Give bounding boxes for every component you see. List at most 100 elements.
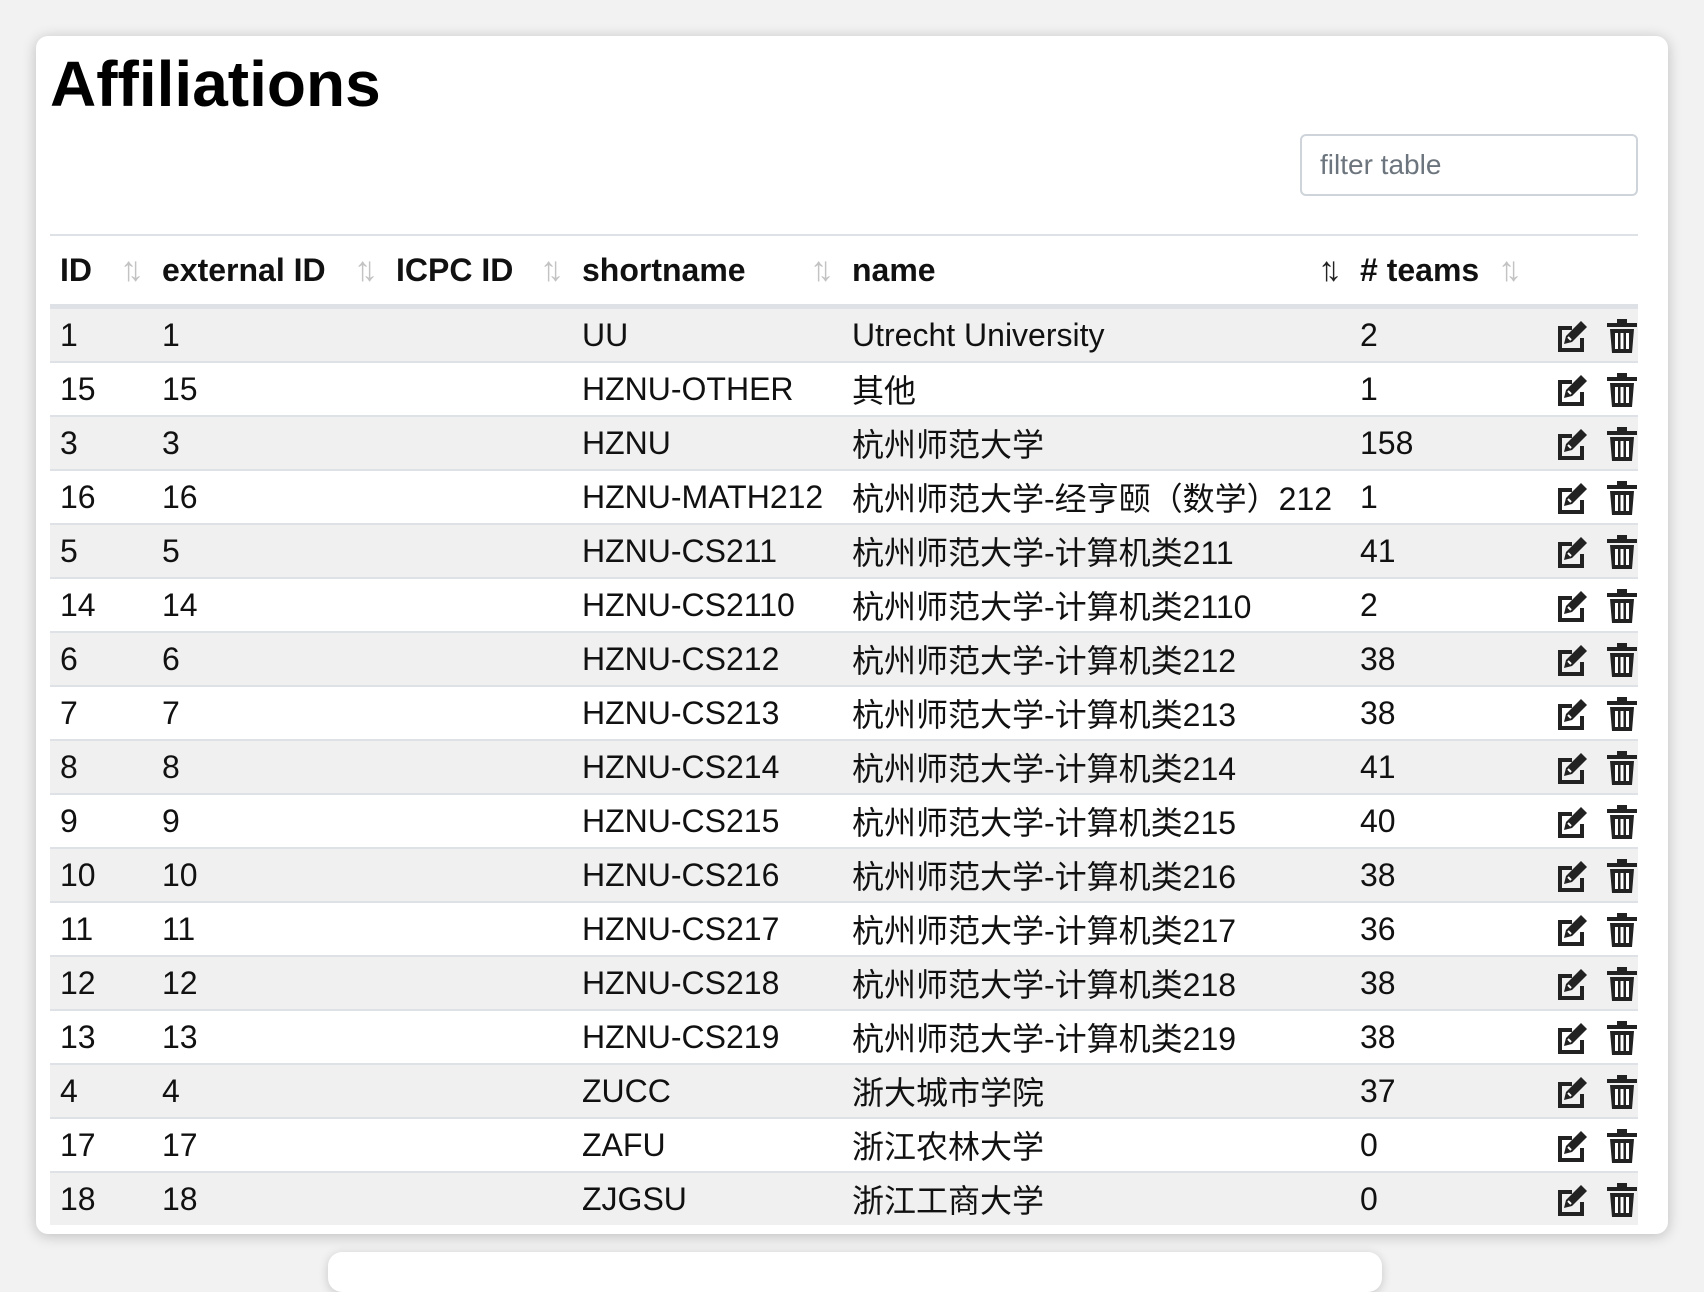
trash-icon[interactable] bbox=[1604, 1020, 1640, 1056]
table-row[interactable]: 3 3 HZNU 杭州师范大学 158 bbox=[50, 415, 1640, 470]
sort-arrows-icon[interactable]: ↑↓ bbox=[1318, 251, 1342, 290]
row-actions bbox=[1530, 1009, 1640, 1064]
cell-shortname: ZAFU bbox=[572, 1117, 842, 1172]
cell-icpc-id bbox=[386, 469, 572, 524]
edit-icon[interactable] bbox=[1554, 858, 1590, 894]
cell-shortname: HZNU-CS218 bbox=[572, 955, 842, 1010]
table-row[interactable]: 18 18 ZJGSU 浙江工商大学 0 bbox=[50, 1171, 1640, 1225]
table-row[interactable]: 11 11 HZNU-CS217 杭州师范大学-计算机类217 36 bbox=[50, 901, 1640, 956]
page-title: Affiliations bbox=[50, 48, 381, 120]
edit-icon[interactable] bbox=[1554, 426, 1590, 462]
trash-icon[interactable] bbox=[1604, 696, 1640, 732]
sort-arrows-icon[interactable]: ↑↓ bbox=[1498, 251, 1522, 290]
table-row[interactable]: 7 7 HZNU-CS213 杭州师范大学-计算机类213 38 bbox=[50, 685, 1640, 740]
cell-teams: 38 bbox=[1350, 685, 1530, 740]
row-actions bbox=[1530, 415, 1640, 470]
trash-icon[interactable] bbox=[1604, 534, 1640, 570]
cell-shortname: HZNU-CS213 bbox=[572, 685, 842, 740]
column-header-external-id[interactable]: external ID ↑↓ bbox=[152, 234, 386, 309]
sort-arrows-icon[interactable]: ↑↓ bbox=[810, 251, 834, 290]
column-header-name[interactable]: name ↑↓ bbox=[842, 234, 1350, 309]
trash-icon[interactable] bbox=[1604, 966, 1640, 1002]
trash-icon[interactable] bbox=[1604, 750, 1640, 786]
trash-icon[interactable] bbox=[1604, 1182, 1640, 1218]
trash-icon[interactable] bbox=[1604, 588, 1640, 624]
trash-icon[interactable] bbox=[1604, 372, 1640, 408]
table-row[interactable]: 4 4 ZUCC 浙大城市学院 37 bbox=[50, 1063, 1640, 1118]
edit-icon[interactable] bbox=[1554, 1128, 1590, 1164]
table-row[interactable]: 10 10 HZNU-CS216 杭州师范大学-计算机类216 38 bbox=[50, 847, 1640, 902]
edit-icon[interactable] bbox=[1554, 912, 1590, 948]
table-row[interactable]: 6 6 HZNU-CS212 杭州师范大学-计算机类212 38 bbox=[50, 631, 1640, 686]
table-body: 1 1 UU Utrecht University 2 15 15 HZNU-OTHER 其他 1… bbox=[50, 305, 1640, 1225]
edit-icon[interactable] bbox=[1554, 1074, 1590, 1110]
cell-icpc-id bbox=[386, 415, 572, 470]
cell-icpc-id bbox=[386, 631, 572, 686]
row-actions bbox=[1530, 1063, 1640, 1118]
cell-id: 4 bbox=[50, 1063, 152, 1118]
table-row[interactable]: 14 14 HZNU-CS2110 杭州师范大学-计算机类2110 2 bbox=[50, 577, 1640, 632]
cell-external-id: 18 bbox=[152, 1171, 386, 1225]
edit-icon[interactable] bbox=[1554, 480, 1590, 516]
table-row[interactable]: 9 9 HZNU-CS215 杭州师范大学-计算机类215 40 bbox=[50, 793, 1640, 848]
table-row[interactable]: 1 1 UU Utrecht University 2 bbox=[50, 305, 1640, 362]
trash-icon[interactable] bbox=[1604, 426, 1640, 462]
row-actions bbox=[1530, 685, 1640, 740]
row-actions bbox=[1530, 847, 1640, 902]
trash-icon[interactable] bbox=[1604, 1074, 1640, 1110]
edit-icon[interactable] bbox=[1554, 750, 1590, 786]
table-row[interactable]: 17 17 ZAFU 浙江农林大学 0 bbox=[50, 1117, 1640, 1172]
table-row[interactable]: 8 8 HZNU-CS214 杭州师范大学-计算机类214 41 bbox=[50, 739, 1640, 794]
cell-id: 9 bbox=[50, 793, 152, 848]
trash-icon[interactable] bbox=[1604, 1128, 1640, 1164]
cell-external-id: 9 bbox=[152, 793, 386, 848]
cell-shortname: ZJGSU bbox=[572, 1171, 842, 1225]
sort-arrows-icon[interactable]: ↑↓ bbox=[354, 251, 378, 290]
row-actions bbox=[1530, 523, 1640, 578]
column-header-id[interactable]: ID ↑↓ bbox=[50, 234, 152, 309]
edit-icon[interactable] bbox=[1554, 804, 1590, 840]
filter-table-input[interactable] bbox=[1300, 134, 1638, 196]
cell-external-id: 15 bbox=[152, 361, 386, 416]
cell-id: 10 bbox=[50, 847, 152, 902]
edit-icon[interactable] bbox=[1554, 534, 1590, 570]
row-actions bbox=[1530, 901, 1640, 956]
table-row[interactable]: 16 16 HZNU-MATH212 杭州师范大学-经亨颐（数学）212 1 bbox=[50, 469, 1640, 524]
trash-icon[interactable] bbox=[1604, 642, 1640, 678]
cell-teams: 158 bbox=[1350, 415, 1530, 470]
edit-icon[interactable] bbox=[1554, 966, 1590, 1002]
cell-shortname: HZNU-CS217 bbox=[572, 901, 842, 956]
edit-icon[interactable] bbox=[1554, 696, 1590, 732]
cell-teams: 2 bbox=[1350, 305, 1530, 362]
edit-icon[interactable] bbox=[1554, 318, 1590, 354]
edit-icon[interactable] bbox=[1554, 372, 1590, 408]
cell-teams: 38 bbox=[1350, 847, 1530, 902]
trash-icon[interactable] bbox=[1604, 480, 1640, 516]
table-row[interactable]: 15 15 HZNU-OTHER 其他 1 bbox=[50, 361, 1640, 416]
edit-icon[interactable] bbox=[1554, 1020, 1590, 1056]
cell-shortname: ZUCC bbox=[572, 1063, 842, 1118]
trash-icon[interactable] bbox=[1604, 804, 1640, 840]
table-row[interactable]: 5 5 HZNU-CS211 杭州师范大学-计算机类211 41 bbox=[50, 523, 1640, 578]
table-row[interactable]: 13 13 HZNU-CS219 杭州师范大学-计算机类219 38 bbox=[50, 1009, 1640, 1064]
edit-icon[interactable] bbox=[1554, 642, 1590, 678]
edit-icon[interactable] bbox=[1554, 1182, 1590, 1218]
edit-icon[interactable] bbox=[1554, 588, 1590, 624]
cell-name: 浙大城市学院 bbox=[842, 1063, 1350, 1118]
column-header-teams[interactable]: # teams ↑↓ bbox=[1350, 234, 1530, 309]
trash-icon[interactable] bbox=[1604, 318, 1640, 354]
cell-external-id: 8 bbox=[152, 739, 386, 794]
cell-shortname: HZNU-CS216 bbox=[572, 847, 842, 902]
trash-icon[interactable] bbox=[1604, 912, 1640, 948]
row-actions bbox=[1530, 631, 1640, 686]
column-header-icpc-id[interactable]: ICPC ID ↑↓ bbox=[386, 234, 572, 309]
sort-arrows-icon[interactable]: ↑↓ bbox=[540, 251, 564, 290]
trash-icon[interactable] bbox=[1604, 858, 1640, 894]
column-header-shortname[interactable]: shortname ↑↓ bbox=[572, 234, 842, 309]
cell-shortname: HZNU-CS219 bbox=[572, 1009, 842, 1064]
column-label: ICPC ID bbox=[396, 251, 514, 288]
affiliations-table: ID ↑↓ external ID ↑↓ ICPC ID ↑↓ shortnam… bbox=[50, 234, 1638, 1225]
sort-arrows-icon[interactable]: ↑↓ bbox=[120, 251, 144, 290]
cell-teams: 38 bbox=[1350, 1009, 1530, 1064]
table-row[interactable]: 12 12 HZNU-CS218 杭州师范大学-计算机类218 38 bbox=[50, 955, 1640, 1010]
